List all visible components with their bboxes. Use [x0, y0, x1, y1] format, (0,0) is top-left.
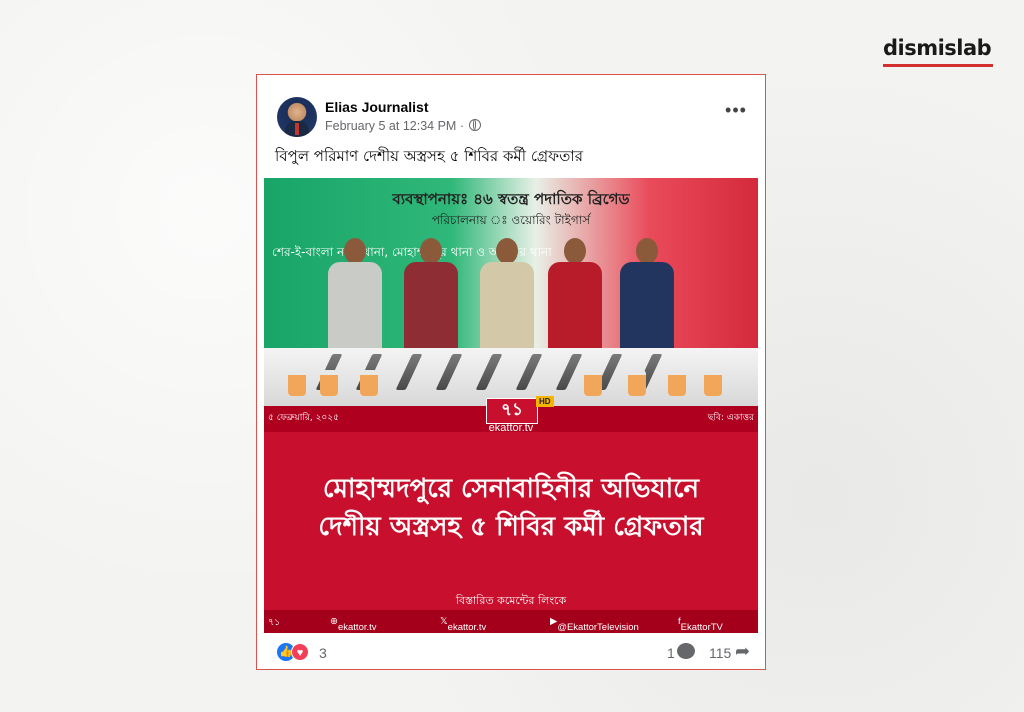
jar — [628, 370, 646, 396]
post-footer: 👍 ♥ 3 1 115 ➦ — [277, 641, 750, 665]
facebook-post-card: Elias Journalist February 5 at 12:34 PM … — [256, 74, 766, 670]
news-headline: মোহাম্মদপুরে সেনাবাহিনীর অভিযানে দেশীয় … — [264, 470, 758, 546]
reaction-count[interactable]: 3 — [319, 645, 327, 661]
youtube-link: ▶ @EkattorTelevision — [550, 616, 639, 633]
headline-line-1: মোহাম্মদপুরে সেনাবাহিনীর অভিযানে — [322, 474, 700, 504]
love-icon[interactable]: ♥ — [291, 643, 309, 661]
brand-underline — [883, 64, 993, 67]
channel-logo: ৭১ — [486, 398, 538, 424]
banner-second-text: পরিচালনায় ঃ ওয়োরিং টাইগার্স — [431, 213, 591, 227]
jar — [668, 370, 686, 396]
comment-icon[interactable] — [677, 643, 695, 659]
post-caption: বিপুল পরিমাণ দেশীয় অস্ত্রসহ ৫ শিবির কর্… — [275, 147, 583, 165]
headline-line-2: দেশীয় অস্ত্রসহ ৫ শিবির কর্মী গ্রেফতার — [318, 512, 704, 542]
banner-top-text: ব্যবস্থাপনায়ঃ ৪৬ স্বতন্ত্র পদাতিক ব্রিগ… — [392, 190, 630, 208]
x-link: 𝕏 ekattor.tv — [440, 616, 487, 633]
share-count[interactable]: 115 — [709, 645, 731, 661]
comment-link-note: বিস্তারিত কমেন্টের লিংকে — [455, 594, 567, 607]
post-meta: February 5 at 12:34 PM · — [325, 119, 482, 133]
person-3 — [476, 238, 536, 352]
globe-icon — [469, 119, 482, 131]
avatar-tie — [295, 123, 299, 135]
person-4 — [544, 238, 604, 352]
channel-site: ekattor.tv — [488, 422, 534, 434]
person-2 — [400, 238, 460, 352]
facebook-link: f EkattorTV — [678, 616, 723, 633]
brand-name: dismislab — [883, 36, 992, 60]
share-icon[interactable]: ➦ — [735, 641, 750, 662]
post-timestamp[interactable]: February 5 at 12:34 PM — [325, 119, 456, 133]
social-strip: ৭১ ⊕ ekattor.tv 𝕏 ekattor.tv ▶ @EkattorT… — [264, 610, 758, 633]
jar — [584, 370, 602, 396]
jar — [360, 370, 378, 396]
post-header: Elias Journalist February 5 at 12:34 PM … — [277, 97, 747, 137]
meta-separator: · — [459, 119, 464, 133]
avatar[interactable] — [277, 97, 317, 137]
brand-logo: dismislab — [883, 36, 995, 67]
comment-count[interactable]: 1 — [667, 645, 675, 661]
jar — [704, 370, 722, 396]
jar — [288, 370, 306, 396]
person-5 — [616, 238, 676, 352]
photo-scene: ব্যবস্থাপনায়ঃ ৪৬ স্বতন্ত্র পদাতিক ব্রিগ… — [264, 178, 758, 406]
more-options-icon[interactable]: ••• — [725, 101, 747, 125]
web-link: ⊕ ekattor.tv — [330, 616, 377, 633]
jar — [320, 370, 338, 396]
person-1 — [324, 238, 384, 352]
author-name[interactable]: Elias Journalist — [325, 99, 428, 115]
post-image[interactable]: ব্যবস্থাপনায়ঃ ৪৬ স্বতন্ত্র পদাতিক ব্রিগ… — [264, 178, 758, 633]
hd-badge: HD — [536, 396, 554, 407]
social-logo-icon: ৭১ — [268, 617, 281, 628]
